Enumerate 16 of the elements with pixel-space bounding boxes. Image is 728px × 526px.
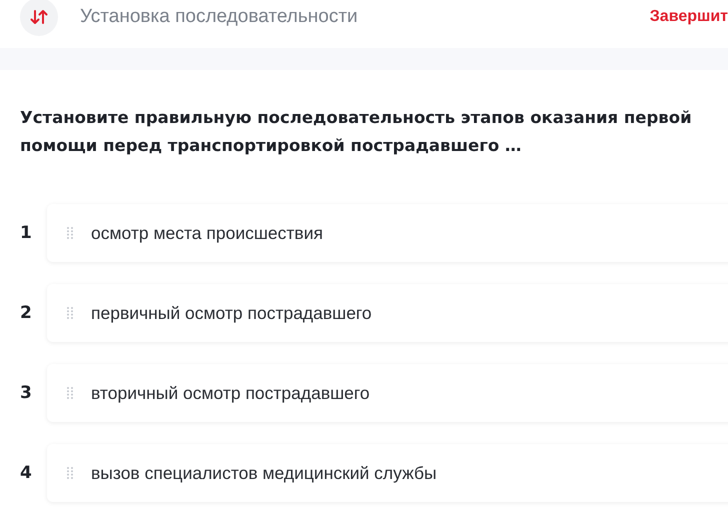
drag-handle-icon[interactable]: [67, 467, 73, 479]
item-number: 4: [19, 463, 33, 483]
item-number: 2: [19, 303, 33, 323]
page-title: Установка последовательности: [80, 6, 358, 28]
item-number: 1: [19, 223, 33, 243]
drag-handle-icon[interactable]: [67, 227, 73, 239]
drag-handle-icon[interactable]: [67, 387, 73, 399]
sortable-item[interactable]: осмотр места происшествия: [47, 204, 728, 262]
sortable-item[interactable]: вторичный осмотр пострадавшего: [47, 364, 728, 422]
sortable-item[interactable]: первичный осмотр пострадавшего: [47, 284, 728, 342]
sort-arrows-icon: [20, 0, 58, 36]
finish-button[interactable]: Завершит: [640, 8, 728, 26]
sortable-item[interactable]: вызов специалистов медицинский службы: [47, 444, 728, 502]
item-number: 3: [19, 383, 33, 403]
question-text: Установите правильную последовательность этапов оказания первой помощи перед транспортировкой пострадавшего …: [20, 107, 693, 157]
drag-handle-icon[interactable]: [67, 307, 73, 319]
